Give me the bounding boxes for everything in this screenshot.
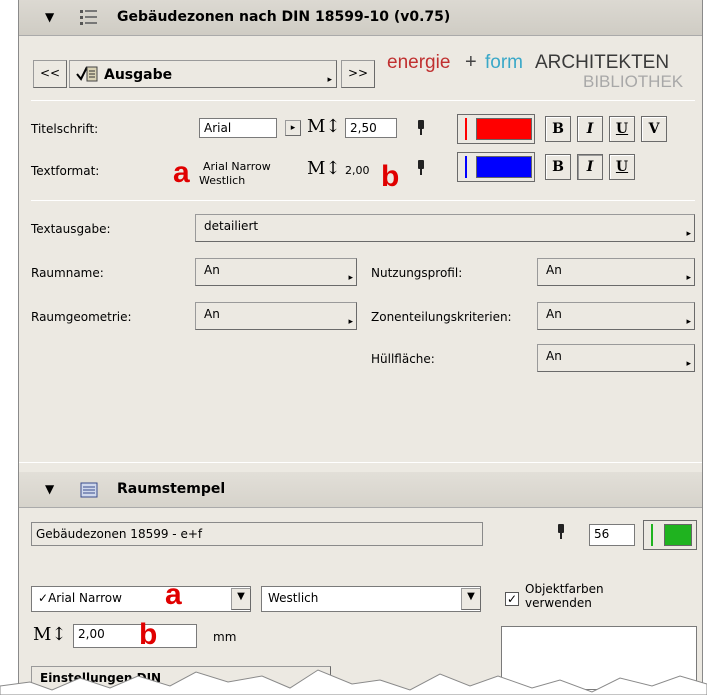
separator (31, 200, 695, 201)
font-checkmark-icon: ✓ (38, 591, 49, 605)
collapse-triangle-icon[interactable]: ▼ (45, 10, 54, 24)
titelschrift-v-button[interactable]: V (641, 116, 667, 142)
brand-form: form (485, 52, 523, 73)
textformat-color-swatch (476, 156, 532, 178)
raumname-popup[interactable]: An ▸ (195, 258, 357, 286)
torn-edge (0, 669, 707, 695)
brand-plus: + (465, 51, 477, 73)
font-select-arrow[interactable]: ▼ (231, 588, 251, 610)
textformat-italic-button[interactable]: I (577, 154, 603, 180)
brand-logo: energie + form ARCHITEKTEN BIBLIOTHEK (387, 51, 697, 96)
titelschrift-underline-button[interactable]: U (609, 116, 635, 142)
dropdown-arrow-icon: ▸ (686, 273, 691, 283)
panel-title: Gebäudezonen nach DIN 18599-10 (v0.75) (117, 9, 451, 25)
pen-icon (417, 120, 425, 136)
titelschrift-font-field[interactable]: Arial (199, 118, 277, 138)
huellflaeche-label: Hüllfläche: (371, 352, 435, 366)
textausgabe-popup[interactable]: detailiert ▸ (195, 214, 695, 242)
textformat-underline-button[interactable]: U (609, 154, 635, 180)
huellflaeche-popup[interactable]: An ▸ (537, 344, 695, 372)
prev-page-button[interactable]: << (33, 60, 67, 88)
textformat-font: Arial Narrow (203, 160, 271, 173)
titelschrift-label: Titelschrift: (31, 122, 99, 136)
color-indicator-icon (465, 156, 467, 178)
dropdown-arrow-icon: ▸ (348, 273, 353, 283)
dropdown-arrow-icon: ▸ (686, 317, 691, 327)
font-size-icon: M↕ (33, 624, 67, 645)
stamp-name-field[interactable]: Gebäudezonen 18599 - e+f (31, 522, 483, 546)
zonenteilung-popup[interactable]: An ▸ (537, 302, 695, 330)
titelschrift-color-swatch (476, 118, 532, 140)
titelschrift-italic-button[interactable]: I (577, 116, 603, 142)
style-select[interactable]: Westlich (261, 586, 481, 612)
zonenteilung-value: An (546, 307, 562, 321)
titelschrift-color-button[interactable] (457, 114, 535, 144)
pen-icon (417, 160, 425, 176)
dropdown-arrow-icon: ▸ (327, 75, 332, 85)
nutzungsprofil-label: Nutzungsprofil: (371, 266, 463, 280)
collapse-triangle-icon[interactable]: ▼ (45, 482, 54, 496)
nutzungsprofil-value: An (546, 263, 562, 277)
unit-label: mm (213, 630, 237, 644)
color-indicator-icon (465, 118, 467, 140)
titelschrift-bold-button[interactable]: B (545, 116, 571, 142)
room-stamp-icon (80, 482, 98, 498)
output-page-icon (76, 66, 98, 82)
textformat-label: Textformat: (31, 164, 100, 178)
brand-energie: energie (387, 52, 451, 73)
pen-icon (557, 524, 565, 540)
textformat-style: Westlich (199, 174, 246, 187)
raumgeometrie-value: An (204, 307, 220, 321)
marker-b: b (381, 160, 400, 193)
settings-dialog: ▼ Gebäudezonen nach DIN 18599-10 (v0.75)… (18, 0, 703, 690)
zonenteilung-label: Zonenteilungskriterien: (371, 310, 512, 324)
raumgeometrie-popup[interactable]: An ▸ (195, 302, 357, 330)
stamp-size-field[interactable]: 2,00 (73, 624, 197, 648)
panel-title: Raumstempel (117, 481, 226, 497)
pen-color-swatch (664, 524, 692, 546)
titelschrift-font-menu-button[interactable]: ▸ (285, 120, 301, 136)
textformat-size: 2,00 (345, 164, 370, 177)
panel-header-gebaeudezonen[interactable]: ▼ Gebäudezonen nach DIN 18599-10 (v0.75) (19, 0, 702, 36)
style-select-value: Westlich (268, 591, 319, 605)
huellflaeche-value: An (546, 349, 562, 363)
pen-color-button[interactable] (643, 520, 697, 550)
panel-separator (19, 462, 702, 463)
nutzungsprofil-popup[interactable]: An ▸ (537, 258, 695, 286)
color-indicator-icon (651, 524, 653, 546)
separator (31, 100, 695, 101)
font-select[interactable]: ✓Arial Narrow (31, 586, 251, 612)
marker-a: a (173, 156, 190, 189)
page-selector[interactable]: Ausgabe ▸ (69, 60, 337, 88)
panel-header-raumstempel[interactable]: ▼ Raumstempel (19, 472, 702, 508)
font-size-icon: M↕ (307, 158, 341, 179)
titelschrift-size-field[interactable]: 2,50 (345, 118, 397, 138)
raumgeometrie-label: Raumgeometrie: (31, 310, 132, 324)
object-settings-icon (80, 10, 97, 25)
textausgabe-value: detailiert (204, 219, 259, 233)
marker-a: a (165, 578, 182, 611)
font-select-value: Arial Narrow (48, 591, 122, 605)
dropdown-arrow-icon: ▸ (686, 229, 691, 239)
brand-architekten: ARCHITEKTEN (535, 52, 670, 73)
textausgabe-label: Textausgabe: (31, 222, 111, 236)
pen-number-field[interactable]: 56 (589, 524, 635, 546)
page-selector-label: Ausgabe (104, 67, 173, 83)
font-size-icon: M↕ (307, 116, 341, 137)
objektfarben-label: Objektfarben verwenden (525, 582, 604, 610)
style-select-arrow[interactable]: ▼ (461, 588, 481, 610)
dropdown-arrow-icon: ▸ (686, 359, 691, 369)
brand-bibliothek: BIBLIOTHEK (583, 72, 684, 91)
raumname-value: An (204, 263, 220, 277)
dropdown-arrow-icon: ▸ (348, 317, 353, 327)
textformat-bold-button[interactable]: B (545, 154, 571, 180)
objektfarben-checkbox[interactable]: ✓ (505, 592, 519, 606)
marker-b: b (139, 618, 158, 651)
next-page-button[interactable]: >> (341, 60, 375, 88)
raumname-label: Raumname: (31, 266, 104, 280)
textformat-color-button[interactable] (457, 152, 535, 182)
